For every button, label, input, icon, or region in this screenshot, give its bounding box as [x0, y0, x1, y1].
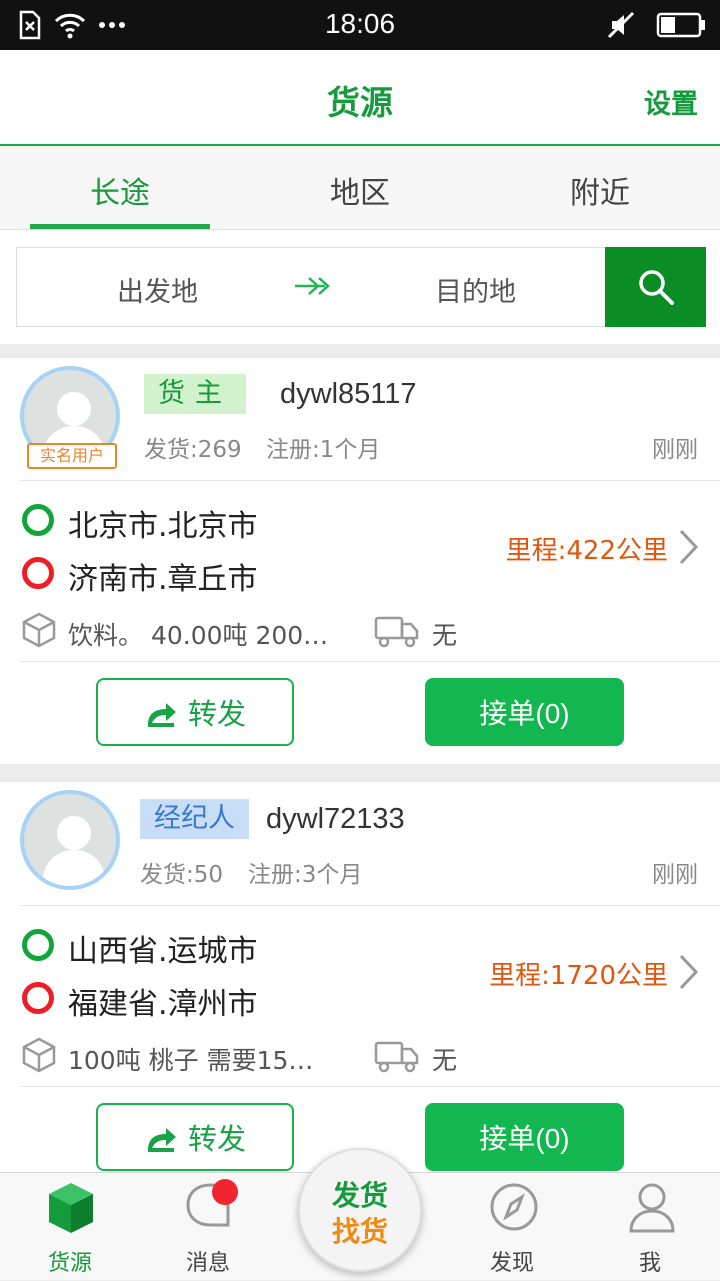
status-bar: 18:06	[0, 0, 720, 50]
tab-region[interactable]: 地区	[240, 146, 480, 229]
nav-label: 货源	[47, 1251, 92, 1276]
divider	[20, 1086, 720, 1087]
forward-button[interactable]: 转发	[96, 1103, 294, 1171]
registered-duration: 注册:3个月	[248, 862, 363, 888]
status-right-icons	[606, 10, 706, 40]
mileage: 里程:422公里	[505, 536, 668, 566]
nav-item-messages[interactable]: 消息	[148, 1173, 268, 1281]
destination-marker-icon	[22, 557, 54, 589]
tab-nearby[interactable]: 附近	[480, 146, 720, 229]
origin-marker-icon	[22, 504, 54, 536]
search-row: 出发地 目的地	[0, 230, 720, 344]
shipment-count: 发货:50	[140, 862, 224, 888]
divider	[20, 661, 720, 662]
mileage: 里程:1720公里	[489, 961, 668, 991]
cube-icon	[49, 1183, 93, 1233]
posted-time: 刚刚	[652, 862, 698, 888]
forward-label: 转发	[187, 697, 246, 731]
tab-long-distance[interactable]: 长途	[0, 146, 240, 229]
post-find-cargo-button[interactable]: 发货 找货	[298, 1148, 422, 1272]
nav-label: 发现	[489, 1251, 534, 1276]
origin-place: 北京市.北京市	[68, 509, 258, 544]
package-icon	[22, 612, 56, 648]
role-tag: 经纪人	[140, 799, 249, 839]
shipment-card[interactable]: 实名用户 货主 dywl85117 发货:269 注册:1个月 刚刚 北京市.北…	[0, 358, 720, 764]
search-button[interactable]	[605, 247, 706, 327]
shipment-count: 发货:269	[144, 437, 242, 463]
cargo-description: 饮料。 40.00吨 200…	[68, 621, 329, 650]
truck-requirement: 无	[432, 621, 458, 650]
share-icon	[147, 703, 176, 727]
truck-icon	[374, 616, 419, 648]
forward-button[interactable]: 转发	[96, 678, 294, 746]
page-title: 货源	[327, 83, 393, 122]
accept-order-button[interactable]: 接单(0)	[425, 1103, 624, 1171]
avatar[interactable]	[20, 790, 120, 890]
verified-user-badge: 实名用户	[27, 443, 117, 469]
settings-button[interactable]: 设置	[644, 82, 698, 121]
route-search-box: 出发地 目的地	[16, 247, 706, 327]
nav-item-cargo[interactable]: 货源	[10, 1173, 130, 1281]
username: dywl85117	[280, 378, 417, 410]
battery-icon	[656, 12, 705, 38]
shipment-card[interactable]: 经纪人 dywl72133 发货:50 注册:3个月 刚刚 山西省.运城市 福建…	[0, 782, 720, 1174]
forward-label: 转发	[187, 1122, 246, 1156]
divider	[20, 905, 720, 906]
origin-field[interactable]: 出发地	[117, 270, 198, 309]
nav-label: 消息	[185, 1251, 230, 1276]
chevron-right-icon[interactable]	[678, 528, 700, 566]
chevron-right-icon[interactable]	[678, 953, 700, 991]
truck-icon	[374, 1041, 419, 1073]
truck-requirement: 无	[432, 1046, 458, 1075]
destination-place: 福建省.漳州市	[68, 987, 258, 1022]
nav-item-discover[interactable]: 发现	[452, 1173, 572, 1281]
person-icon	[629, 1183, 675, 1233]
share-icon	[147, 1128, 176, 1152]
double-arrow-icon	[295, 277, 330, 295]
unread-badge	[212, 1179, 238, 1205]
destination-place: 济南市.章丘市	[68, 562, 258, 597]
center-label-post: 发货	[331, 1179, 388, 1212]
origin-place: 山西省.运城市	[68, 934, 258, 969]
package-icon	[22, 1037, 56, 1073]
destination-marker-icon	[22, 982, 54, 1014]
username: dywl72133	[266, 803, 405, 835]
posted-time: 刚刚	[652, 437, 698, 463]
divider	[20, 480, 720, 481]
role-tag: 货主	[144, 374, 246, 414]
search-icon	[638, 270, 674, 305]
app-header: 货源 设置	[0, 50, 720, 146]
registered-duration: 注册:1个月	[266, 437, 381, 463]
center-label-find: 找货	[331, 1215, 388, 1248]
origin-marker-icon	[22, 929, 54, 961]
accept-order-button[interactable]: 接单(0)	[425, 678, 624, 746]
mute-icon	[607, 11, 635, 39]
destination-field[interactable]: 目的地	[435, 270, 516, 309]
tab-bar: 长途 地区 附近	[0, 146, 720, 230]
compass-icon	[490, 1183, 538, 1231]
nav-label: 我	[638, 1251, 661, 1276]
cargo-description: 100吨 桃子 需要15…	[68, 1046, 314, 1075]
nav-item-me[interactable]: 我	[590, 1173, 710, 1281]
